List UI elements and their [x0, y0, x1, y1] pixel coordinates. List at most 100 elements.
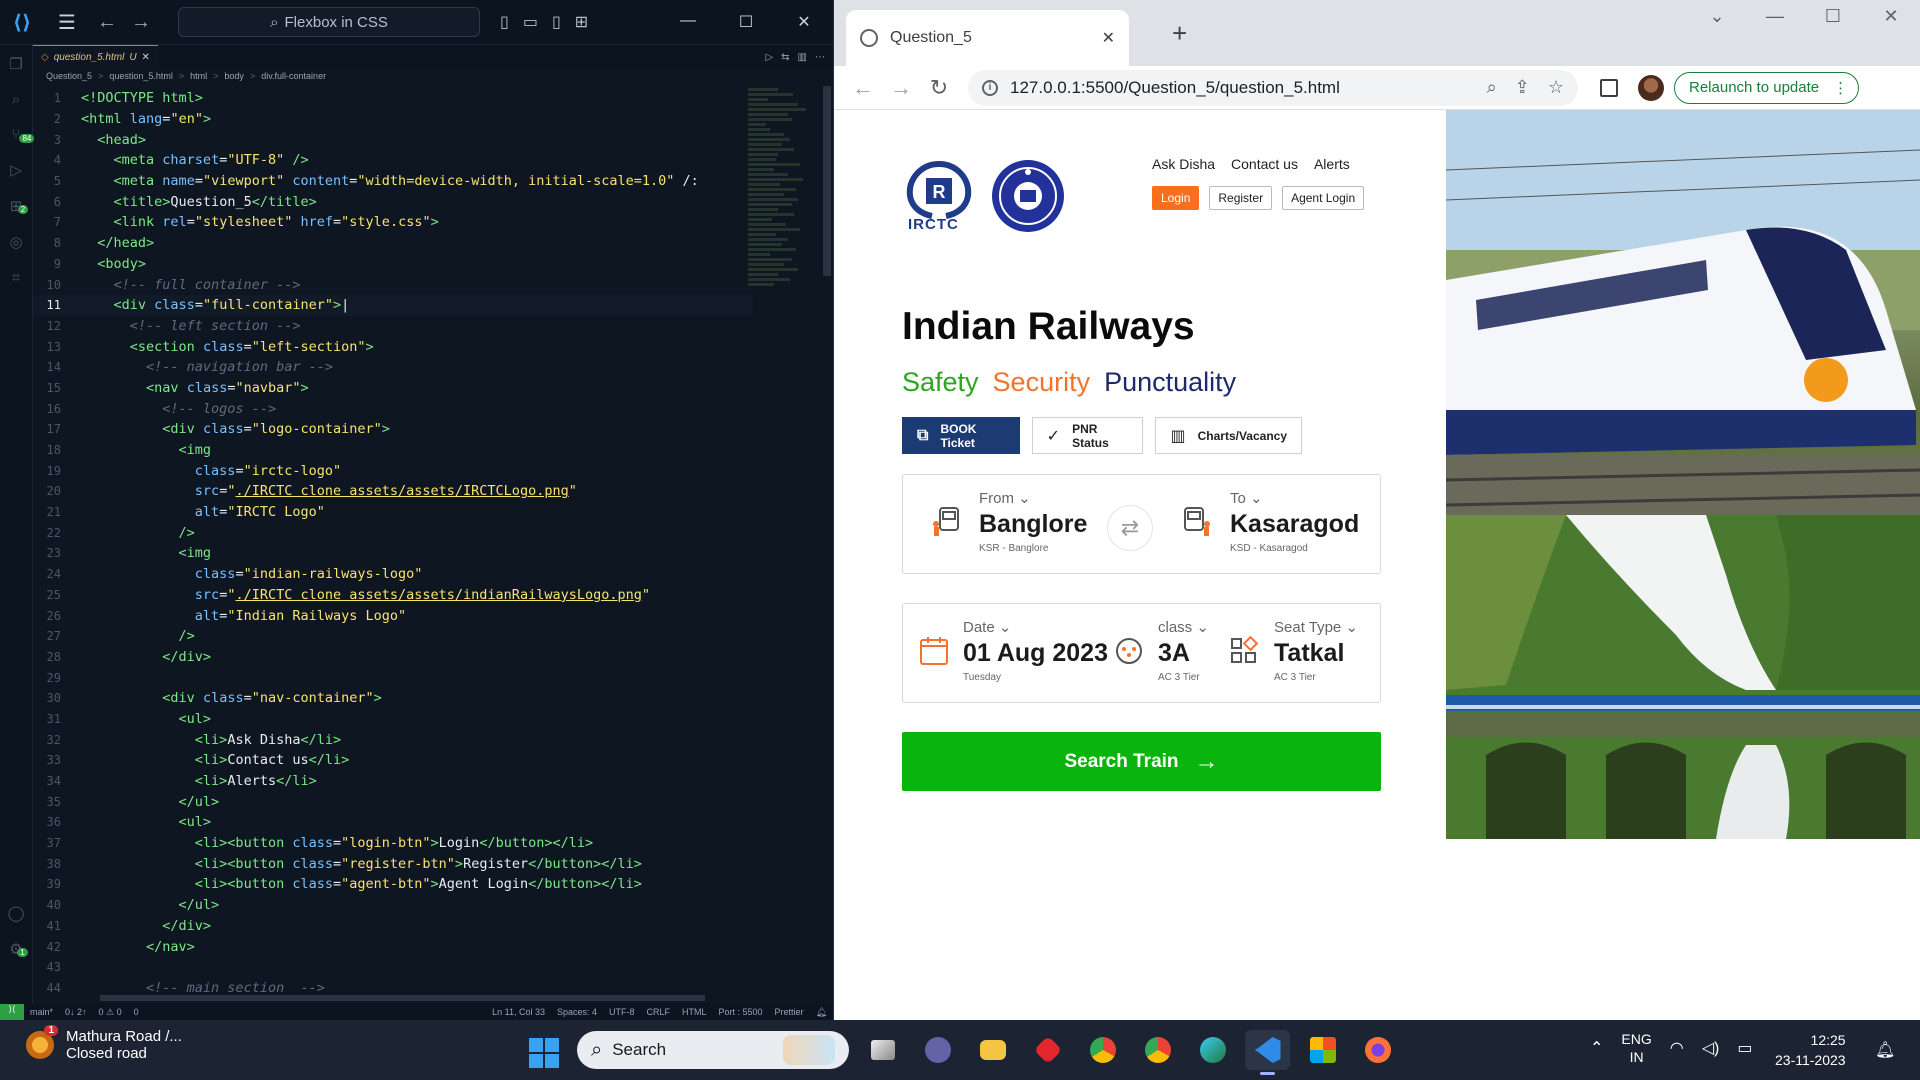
side-panel-icon[interactable]: [1600, 78, 1618, 97]
split-editor-icon[interactable]: ▥: [798, 52, 807, 63]
code-line[interactable]: 16 <!-- logos -->: [33, 398, 753, 419]
code-line[interactable]: 38 <li><button class="register-btn">Regi…: [33, 853, 753, 874]
code-line[interactable]: 27 />: [33, 626, 753, 647]
tab-search-chevron-icon[interactable]: ⌄: [1688, 6, 1746, 27]
code-line[interactable]: 31 <ul>: [33, 709, 753, 730]
status-encoding[interactable]: UTF-8: [603, 1007, 641, 1018]
zoom-icon[interactable]: ⌕: [1487, 77, 1497, 98]
register-button[interactable]: Register: [1209, 186, 1273, 210]
close-tab-icon[interactable]: ✕: [142, 52, 150, 63]
relaunch-to-update-button[interactable]: Relaunch to update ⋮: [1674, 71, 1860, 104]
from-field[interactable]: From ⌄ Banglore KSR - Banglore: [979, 489, 1087, 554]
code-line[interactable]: 25 src="./IRCTC clone assets/assets/indi…: [33, 585, 753, 606]
close-icon[interactable]: ✕: [775, 12, 833, 32]
status-eol[interactable]: CRLF: [641, 1007, 677, 1018]
back-arrow-icon[interactable]: ←: [90, 11, 124, 34]
code-line[interactable]: 17 <div class="logo-container">: [33, 419, 753, 440]
code-line[interactable]: 3 <head>: [33, 129, 753, 150]
status-sync[interactable]: 0↓ 2↑: [59, 1007, 93, 1017]
code-line[interactable]: 5 <meta name="viewport" content="width=d…: [33, 171, 753, 192]
code-line[interactable]: 20 src="./IRCTC clone assets/assets/IRCT…: [33, 481, 753, 502]
code-line[interactable]: 2 <html lang="en">: [33, 109, 753, 130]
breadcrumb-item[interactable]: body: [224, 71, 244, 85]
charts-vacancy-button[interactable]: ▥ Charts/Vacancy: [1155, 417, 1302, 454]
run-debug-icon[interactable]: ▷: [10, 161, 22, 179]
maximize-icon[interactable]: ☐: [717, 12, 775, 32]
task-view-icon[interactable]: [860, 1030, 905, 1070]
explorer-icon[interactable]: ❐: [9, 55, 22, 73]
new-tab-plus-icon[interactable]: +: [1172, 18, 1187, 49]
search-train-button[interactable]: Search Train →: [902, 732, 1381, 791]
vertical-scrollbar[interactable]: [823, 86, 831, 276]
reload-icon[interactable]: ↻: [920, 75, 958, 101]
minimize-icon[interactable]: —: [1746, 6, 1804, 27]
nav-link[interactable]: Ask Disha: [1152, 156, 1215, 172]
breadcrumb-item[interactable]: html: [190, 71, 207, 85]
to-field[interactable]: To ⌄ Kasaragod KSD - Kasaragod: [1230, 489, 1359, 554]
remote-indicator-icon[interactable]: ⟩⟨: [0, 1004, 24, 1020]
code-line[interactable]: 10 <!-- full container -->: [33, 274, 753, 295]
breadcrumb-item[interactable]: question_5.html: [109, 71, 173, 85]
vscode-taskbar-icon[interactable]: [1245, 1030, 1290, 1075]
run-icon[interactable]: ▷: [765, 52, 773, 63]
edge-icon[interactable]: [1190, 1030, 1235, 1070]
code-line[interactable]: 7 <link rel="stylesheet" href="style.css…: [33, 212, 753, 233]
status-formatter[interactable]: Prettier: [769, 1007, 810, 1018]
battery-icon[interactable]: ▭: [1737, 1038, 1752, 1058]
notifications-bell-icon[interactable]: 🔔︎: [810, 1007, 833, 1018]
code-line[interactable]: 34 <li>Alerts</li>: [33, 771, 753, 792]
volume-icon[interactable]: ◁): [1702, 1038, 1720, 1058]
maximize-icon[interactable]: ☐: [1804, 6, 1862, 27]
chrome-profile-icon[interactable]: [1080, 1030, 1125, 1070]
code-line[interactable]: 24 class="indian-railways-logo": [33, 564, 753, 585]
microsoft-store-icon[interactable]: [1300, 1030, 1345, 1070]
settings-gear-icon[interactable]: ⚙ 1: [9, 940, 28, 958]
toggle-sidebar-icon[interactable]: ▯: [500, 12, 509, 32]
tab-question-5-html[interactable]: ◇ question_5.html U ✕: [33, 45, 158, 69]
windows-start-icon[interactable]: [529, 1038, 559, 1068]
more-actions-icon[interactable]: ⋯: [815, 52, 825, 63]
code-line[interactable]: 36 <ul>: [33, 812, 753, 833]
code-line[interactable]: 11 <div class="full-container">|: [33, 294, 753, 316]
file-explorer-icon[interactable]: [970, 1030, 1015, 1070]
status-problems[interactable]: 0 ⚠ 0: [93, 1007, 128, 1018]
browser-tab[interactable]: Question_5 ✕: [846, 10, 1129, 66]
code-line[interactable]: 28 </div>: [33, 647, 753, 668]
close-icon[interactable]: ✕: [1862, 6, 1920, 27]
language-indicator[interactable]: ENG IN: [1621, 1030, 1651, 1066]
book-ticket-button[interactable]: ⧉ BOOK Ticket: [902, 417, 1020, 454]
code-line[interactable]: 6 <title>Question_5</title>: [33, 191, 753, 212]
traffic-widget[interactable]: 1 Mathura Road /... Closed road: [26, 1025, 182, 1062]
status-branch[interactable]: main*: [24, 1007, 59, 1017]
code-line[interactable]: 8 </head>: [33, 233, 753, 254]
url-text[interactable]: 127.0.0.1:5500/Question_5/question_5.htm…: [1010, 78, 1340, 98]
code-line[interactable]: 12 <!-- left section -->: [33, 316, 753, 337]
code-line[interactable]: 40 </ul>: [33, 895, 753, 916]
seat-type-field[interactable]: Seat Type ⌄ Tatkal AC 3 Tier: [1274, 618, 1358, 683]
code-editor[interactable]: 1 <!DOCTYPE html> 2 <html lang="en"> 3 <head…: [33, 88, 753, 993]
status-cursor[interactable]: Ln 11, Col 33: [486, 1007, 551, 1018]
code-line[interactable]: 22 />: [33, 522, 753, 543]
site-info-icon[interactable]: i: [982, 79, 998, 96]
toggle-panel-icon[interactable]: ▭: [523, 12, 538, 32]
bookmark-star-icon[interactable]: ☆: [1548, 77, 1564, 98]
copilot-icon[interactable]: ◎: [9, 233, 22, 251]
extensions-icon[interactable]: ⊞ 2: [10, 197, 29, 215]
code-line[interactable]: 9 <body>: [33, 254, 753, 275]
command-center-search[interactable]: ⌕ Flexbox in CSS: [178, 7, 480, 37]
minimize-icon[interactable]: —: [659, 12, 717, 32]
chrome-icon[interactable]: [1135, 1030, 1180, 1070]
status-language[interactable]: HTML: [676, 1007, 713, 1018]
class-field[interactable]: class ⌄ 3A AC 3 Tier: [1158, 618, 1209, 683]
toggle-secondary-sidebar-icon[interactable]: ▯: [552, 12, 561, 32]
share-icon[interactable]: ⇪: [1515, 77, 1530, 98]
open-changes-icon[interactable]: ⇆: [781, 52, 789, 63]
back-arrow-icon[interactable]: ←: [844, 75, 882, 101]
customize-layout-icon[interactable]: ⊞: [575, 12, 588, 32]
taskbar-search[interactable]: ⌕ Search: [577, 1031, 849, 1069]
code-line[interactable]: 4 <meta charset="UTF-8" />: [33, 150, 753, 171]
agent-login-button[interactable]: Agent Login: [1282, 186, 1365, 210]
nav-link[interactable]: Contact us: [1231, 156, 1298, 172]
minimap[interactable]: [748, 86, 808, 436]
code-line[interactable]: 30 <div class="nav-container">: [33, 688, 753, 709]
